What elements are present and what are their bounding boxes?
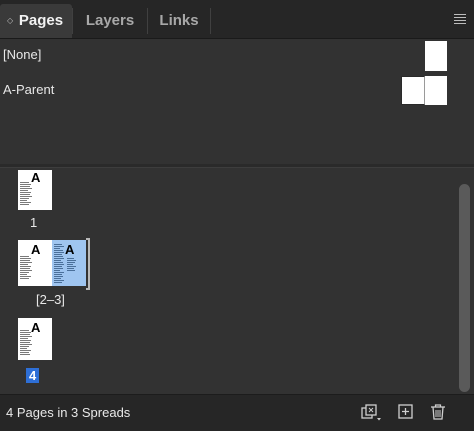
- text-lines: [54, 244, 64, 284]
- master-item-a-parent[interactable]: A-Parent: [0, 76, 474, 106]
- page-thumbnail-2[interactable]: A: [18, 240, 52, 286]
- master-prefix-letter: A: [65, 242, 75, 257]
- edit-page-size-button[interactable]: [360, 402, 382, 422]
- master-label: [None]: [3, 47, 42, 62]
- page-thumbnail-3[interactable]: A: [52, 240, 86, 286]
- page-thumbnail-1[interactable]: A: [18, 170, 52, 210]
- scrollbar-thumb[interactable]: [459, 184, 470, 392]
- master-page-thumbnail-left[interactable]: [401, 76, 425, 105]
- text-lines: [67, 258, 76, 272]
- master-label: A-Parent: [3, 82, 55, 97]
- tab-pages-label: Pages: [18, 12, 64, 29]
- masters-section: [None] A-Parent: [0, 39, 474, 164]
- tab-links[interactable]: Links: [148, 4, 210, 38]
- collapse-arrows-icon[interactable]: ◇: [7, 4, 13, 38]
- panel-menu-icon[interactable]: [454, 14, 466, 24]
- delete-page-button[interactable]: [428, 402, 450, 422]
- master-prefix-letter: A: [31, 320, 41, 335]
- page-number-label-selected[interactable]: 4: [26, 368, 40, 383]
- text-lines: [20, 330, 32, 356]
- spread-number-label[interactable]: [2–3]: [36, 292, 65, 307]
- delete-page-icon: [431, 404, 445, 420]
- spread-selection-bracket: [86, 238, 90, 290]
- edit-page-size-icon: [361, 404, 381, 421]
- page-number-label[interactable]: 1: [30, 215, 37, 230]
- tab-divider: [210, 8, 211, 34]
- master-prefix-letter: A: [31, 170, 41, 185]
- panel-footer: 4 Pages in 3 Spreads: [0, 394, 474, 431]
- pages-status-text: 4 Pages in 3 Spreads: [6, 405, 131, 420]
- master-item-none[interactable]: [None]: [0, 41, 474, 71]
- panel-tab-bar: ◇ Pages Layers Links: [0, 0, 474, 39]
- master-prefix-letter: A: [31, 242, 41, 257]
- pages-section: A 1 A A [2–3] A 4: [0, 168, 474, 394]
- text-lines: [20, 182, 32, 206]
- master-page-thumbnail[interactable]: [425, 41, 447, 71]
- master-page-thumbnail-right[interactable]: [425, 76, 447, 105]
- tab-layers[interactable]: Layers: [73, 4, 147, 38]
- page-thumbnail-4[interactable]: A: [18, 318, 52, 360]
- tab-links-label: Links: [159, 12, 199, 29]
- new-page-button[interactable]: [396, 402, 418, 422]
- tab-layers-label: Layers: [85, 12, 135, 29]
- text-lines: [20, 256, 32, 280]
- tab-pages[interactable]: ◇ Pages: [0, 4, 72, 38]
- new-page-icon: [398, 404, 413, 419]
